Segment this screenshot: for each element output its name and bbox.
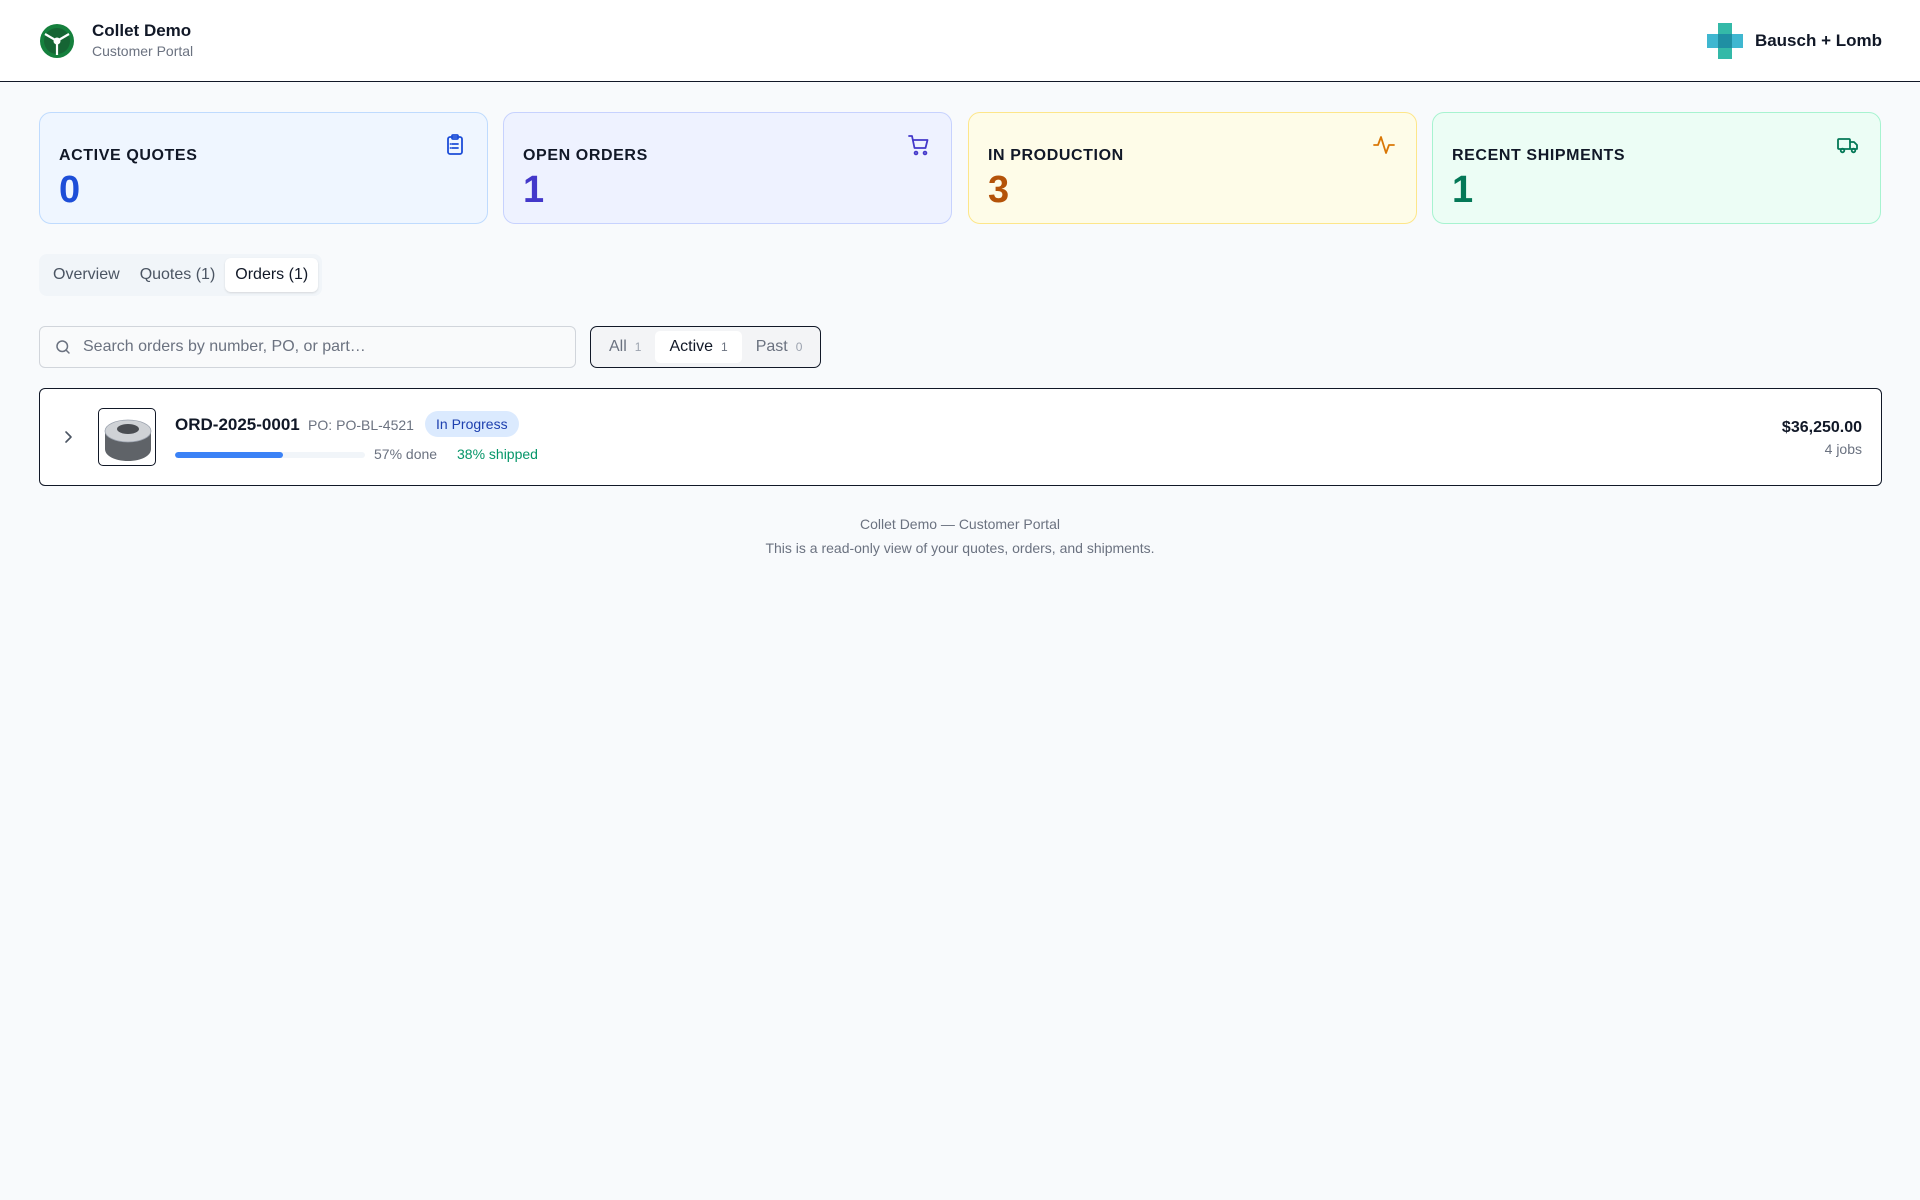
- collet-logo-icon: [40, 24, 74, 58]
- tab-overview[interactable]: Overview: [43, 258, 130, 292]
- status-badge: In Progress: [425, 411, 519, 437]
- stat-card-active-quotes: ACTIVE QUOTES 0: [39, 112, 488, 224]
- part-thumbnail: [98, 408, 156, 466]
- order-row[interactable]: ORD-2025-0001 PO: PO-BL-4521 In Progress …: [39, 388, 1882, 486]
- order-amount: $36,250.00: [1781, 419, 1862, 436]
- footer-title: Collet Demo — Customer Portal: [860, 516, 1060, 532]
- stat-card-recent-shipments: RECENT SHIPMENTS 1: [1432, 112, 1881, 224]
- filter-past[interactable]: Past 0: [742, 331, 817, 363]
- truck-icon: [1837, 138, 1858, 154]
- stat-value: 1: [523, 169, 545, 211]
- stat-label: RECENT SHIPMENTS: [1452, 147, 1626, 164]
- search-icon: [56, 340, 70, 354]
- order-jobs-count: 4 jobs: [1824, 441, 1862, 457]
- clipboard-icon: [447, 134, 463, 155]
- stat-label: ACTIVE QUOTES: [59, 147, 198, 164]
- stat-value: 0: [59, 169, 81, 211]
- order-progress-bar: [175, 452, 365, 458]
- filter-count: 1: [721, 340, 728, 354]
- customer-logo-icon: [1706, 23, 1743, 59]
- brand-subtitle: Customer Portal: [92, 43, 194, 59]
- progress-fill: [175, 452, 284, 458]
- footer-note: This is a read-only view of your quotes,…: [765, 540, 1155, 556]
- stat-label: OPEN ORDERS: [523, 147, 648, 164]
- part-image: [104, 419, 152, 461]
- tab-orders[interactable]: Orders (1): [225, 258, 319, 292]
- po-value: PO-BL-4521: [336, 417, 414, 433]
- filter-label: Active: [669, 338, 714, 355]
- app-header: Collet Demo Customer Portal Bausch + Lom…: [0, 0, 1920, 82]
- filter-label: Past: [755, 338, 788, 355]
- customer-name: Bausch + Lomb: [1754, 31, 1882, 50]
- stat-value: 1: [1452, 169, 1474, 211]
- filter-label: All: [609, 338, 627, 355]
- brand-title: Collet Demo: [92, 21, 192, 40]
- stat-card-open-orders: OPEN ORDERS 1: [503, 112, 952, 224]
- brand[interactable]: Collet Demo Customer Portal: [39, 21, 193, 61]
- order-number[interactable]: ORD-2025-0001: [175, 415, 300, 435]
- search-input[interactable]: [83, 338, 543, 356]
- stat-card-in-production: IN PRODUCTION 3: [968, 112, 1417, 224]
- activity-icon: [1373, 136, 1395, 154]
- po-number: PO: PO-BL-4521: [308, 417, 414, 433]
- page-footer: Collet Demo — Customer Portal This is a …: [0, 514, 1920, 558]
- filter-count: 0: [795, 340, 803, 354]
- cart-icon: [908, 135, 929, 156]
- po-label: PO:: [308, 417, 333, 433]
- order-filter: All 1 Active 1 Past 0: [590, 326, 822, 368]
- filter-active[interactable]: Active 1: [655, 331, 742, 363]
- filter-count: 1: [634, 340, 642, 354]
- search-box[interactable]: [39, 326, 576, 368]
- progress-done-text: 57% done: [374, 446, 438, 462]
- tab-bar: Overview Quotes (1) Orders (1): [39, 254, 323, 296]
- stat-label: IN PRODUCTION: [988, 147, 1124, 164]
- progress-shipped-text: 38% shipped: [457, 446, 538, 462]
- stat-value: 3: [988, 169, 1010, 211]
- customer-brand: Bausch + Lomb: [1705, 21, 1882, 61]
- filter-all[interactable]: All 1: [595, 331, 655, 363]
- chevron-right-icon[interactable]: [60, 429, 76, 445]
- tab-quotes[interactable]: Quotes (1): [130, 258, 226, 292]
